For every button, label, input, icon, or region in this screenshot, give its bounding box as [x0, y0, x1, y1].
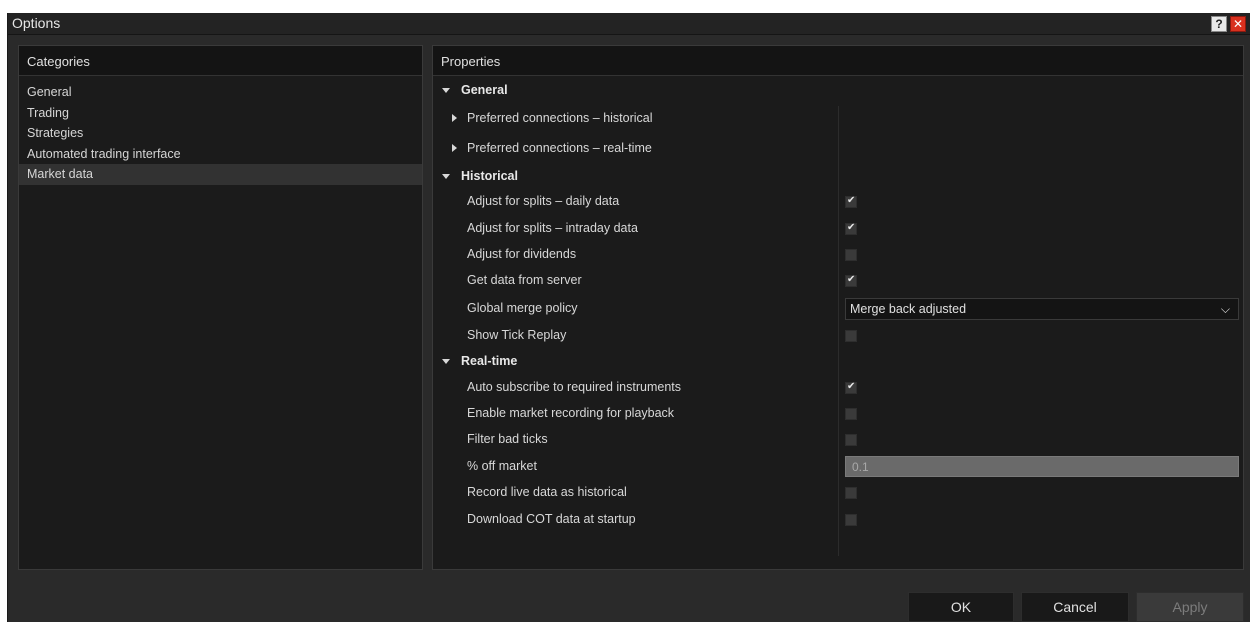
adjust-splits-intraday-label: Adjust for splits – intraday data [467, 221, 638, 235]
global-merge-policy-label: Global merge policy [467, 301, 578, 315]
row-adjust-splits-intraday: Adjust for splits – intraday data [433, 216, 1243, 242]
collapse-arrow-icon [452, 114, 457, 122]
merge-policy-select[interactable]: Merge back adjusted ⌵ [845, 298, 1239, 320]
row-market-recording: Enable market recording for playback [433, 401, 1243, 427]
get-data-from-server-label: Get data from server [467, 273, 582, 287]
expand-arrow-icon [442, 174, 450, 179]
filter-bad-ticks-label: Filter bad ticks [467, 432, 548, 446]
section-realtime-label: Real-time [461, 354, 518, 368]
cancel-button[interactable]: Cancel [1021, 592, 1129, 622]
row-preferred-connections-historical[interactable]: Preferred connections – historical [433, 106, 1243, 132]
row-adjust-dividends: Adjust for dividends [433, 242, 1243, 268]
record-live-data-label: Record live data as historical [467, 485, 627, 499]
merge-policy-value: Merge back adjusted [850, 302, 967, 316]
category-strategies[interactable]: Strategies [19, 123, 422, 144]
show-tick-replay-label: Show Tick Replay [467, 328, 567, 342]
section-historical[interactable]: Historical [433, 164, 1243, 190]
categories-panel: Categories General Trading Strategies Au… [18, 45, 423, 570]
row-adjust-splits-daily: Adjust for splits – daily data [433, 189, 1243, 215]
auto-subscribe-label: Auto subscribe to required instruments [467, 380, 681, 394]
row-filter-bad-ticks: Filter bad ticks [433, 427, 1243, 453]
options-dialog: Options ? ✕ Categories General Trading S… [7, 13, 1250, 622]
adjust-splits-daily-checkbox[interactable] [845, 195, 857, 208]
adjust-splits-intraday-checkbox[interactable] [845, 222, 857, 235]
row-auto-subscribe: Auto subscribe to required instruments [433, 375, 1243, 401]
show-tick-replay-checkbox[interactable] [845, 330, 857, 342]
category-market-data[interactable]: Market data [19, 164, 422, 185]
row-get-data-from-server: Get data from server [433, 268, 1243, 294]
row-show-tick-replay: Show Tick Replay [433, 323, 1243, 349]
market-recording-label: Enable market recording for playback [467, 406, 675, 420]
close-button[interactable]: ✕ [1230, 16, 1246, 32]
apply-button[interactable]: Apply [1136, 592, 1244, 622]
off-market-input[interactable]: 0.1 [845, 456, 1239, 477]
preferred-connections-historical-label: Preferred connections – historical [467, 111, 653, 125]
row-record-live-data: Record live data as historical [433, 480, 1243, 506]
category-general[interactable]: General [19, 82, 422, 103]
row-preferred-connections-realtime[interactable]: Preferred connections – real-time [433, 136, 1243, 162]
section-general-label: General [461, 83, 508, 97]
download-cot-checkbox[interactable] [845, 514, 857, 526]
section-historical-label: Historical [461, 169, 518, 183]
title-bar: Options ? ✕ [8, 13, 1250, 35]
help-button[interactable]: ? [1211, 16, 1227, 32]
expand-arrow-icon [442, 88, 450, 93]
category-trading[interactable]: Trading [19, 103, 422, 124]
preferred-connections-realtime-label: Preferred connections – real-time [467, 141, 652, 155]
ok-button[interactable]: OK [908, 592, 1014, 622]
properties-panel: Properties General Preferred connections… [432, 45, 1244, 570]
get-data-from-server-checkbox[interactable] [845, 274, 857, 287]
download-cot-label: Download COT data at startup [467, 512, 636, 526]
adjust-dividends-checkbox[interactable] [845, 249, 857, 261]
section-general[interactable]: General [433, 78, 1243, 104]
filter-bad-ticks-checkbox[interactable] [845, 434, 857, 446]
collapse-arrow-icon [452, 144, 457, 152]
auto-subscribe-checkbox[interactable] [845, 381, 857, 394]
expand-arrow-icon [442, 359, 450, 364]
row-download-cot: Download COT data at startup [433, 507, 1243, 533]
categories-header: Categories [19, 46, 422, 76]
off-market-label: % off market [467, 459, 537, 473]
categories-list: General Trading Strategies Automated tra… [19, 76, 422, 185]
section-realtime[interactable]: Real-time [433, 349, 1243, 375]
row-global-merge-policy: Global merge policy Merge back adjusted … [433, 296, 1243, 322]
window-title: Options [12, 15, 61, 31]
properties-header: Properties [433, 46, 1243, 76]
market-recording-checkbox[interactable] [845, 408, 857, 420]
chevron-down-icon: ⌵ [1220, 302, 1230, 316]
category-automated-trading-interface[interactable]: Automated trading interface [19, 144, 422, 165]
record-live-data-checkbox[interactable] [845, 487, 857, 499]
row-off-market: % off market 0.1 [433, 454, 1243, 480]
adjust-splits-daily-label: Adjust for splits – daily data [467, 194, 620, 208]
adjust-dividends-label: Adjust for dividends [467, 247, 577, 261]
